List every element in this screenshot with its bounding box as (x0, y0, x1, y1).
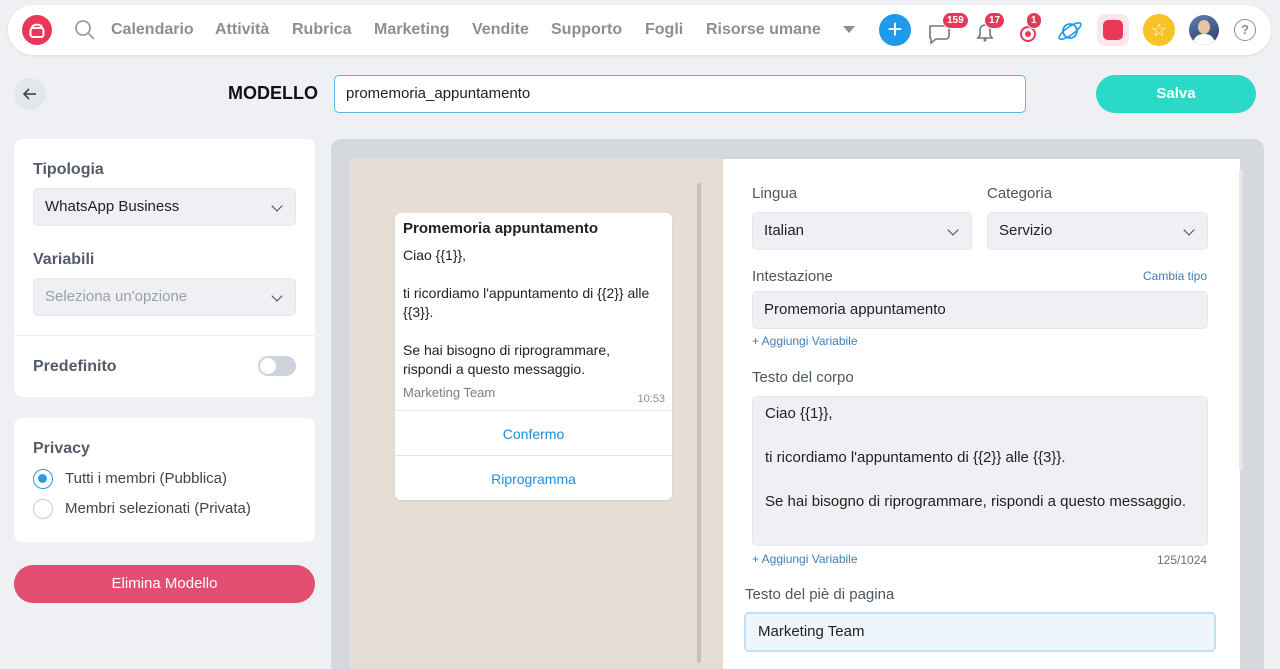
variabili-label: Variabili (33, 251, 95, 268)
divider (395, 410, 672, 411)
footer-text-input[interactable]: Marketing Team (744, 612, 1216, 652)
arrow-left-icon (22, 88, 36, 100)
preview-line: {{3}}. (403, 304, 434, 320)
lingua-label: Lingua (752, 185, 798, 202)
help-icon[interactable]: ? (1234, 19, 1256, 41)
nav-risorse-umane[interactable]: Risorse umane (706, 21, 821, 39)
privacy-private-radio[interactable] (33, 499, 53, 519)
preview-reschedule-button[interactable]: Riprogramma (395, 471, 672, 487)
delete-template-button[interactable]: Elimina Modello (14, 565, 315, 603)
more-menu-chevron-icon[interactable] (843, 26, 855, 33)
chevron-down-icon (947, 224, 959, 236)
divider (14, 335, 315, 336)
preview-line: Ciao {{1}}, (403, 247, 467, 263)
footer-text-label: Testo del piè di pagina (745, 586, 895, 603)
variabili-placeholder: Seleziona un'opzione (45, 288, 188, 305)
privacy-private-label[interactable]: Membri selezionati (Privata) (65, 500, 251, 517)
preview-line: Se hai bisogno di riprogrammare, (403, 342, 610, 358)
nav-fogli[interactable]: Fogli (645, 21, 683, 39)
change-type-link[interactable]: Cambia tipo (1143, 269, 1207, 283)
predefinito-label: Predefinito (33, 358, 117, 375)
bell-icon[interactable]: 17 (970, 12, 1006, 47)
preview-scrollbar[interactable] (697, 183, 701, 663)
save-button[interactable]: Salva (1096, 75, 1256, 113)
activity-icon[interactable]: 1 (1013, 12, 1045, 47)
create-plus-button[interactable]: + (879, 14, 911, 46)
tipologia-label: Tipologia (33, 161, 104, 178)
intestazione-input[interactable]: Promemoria appuntamento (752, 291, 1208, 329)
nav-attivita[interactable]: Attività (215, 21, 269, 39)
char-counter: 125/1024 (1157, 553, 1208, 567)
template-name-input[interactable]: promemoria_appuntamento (334, 75, 1026, 113)
nav-marketing[interactable]: Marketing (374, 21, 450, 39)
divider (395, 455, 672, 456)
lingua-value: Italian (764, 222, 805, 239)
add-variable-link[interactable]: + Aggiungi Variabile (752, 552, 858, 566)
privacy-public-label[interactable]: Tutti i membri (Pubblica) (65, 470, 227, 487)
corpo-line: Se hai bisogno di riprogrammare, rispond… (765, 493, 1187, 510)
chevron-down-icon (1183, 224, 1195, 236)
variabili-select[interactable]: Seleziona un'opzione (33, 278, 296, 316)
nav-rubrica[interactable]: Rubrica (292, 21, 352, 39)
privacy-public-radio[interactable] (33, 469, 53, 489)
planet-icon[interactable] (1054, 15, 1086, 47)
chevron-down-icon (271, 290, 283, 302)
top-navbar: Calendario Attività Rubrica Marketing Ve… (8, 5, 1271, 55)
preview-confirm-button[interactable]: Confermo (395, 426, 672, 442)
lingua-select[interactable]: Italian (752, 212, 972, 250)
nav-vendite[interactable]: Vendite (472, 21, 529, 39)
categoria-value: Servizio (999, 222, 1053, 239)
tipologia-select[interactable]: WhatsApp Business (33, 188, 296, 226)
categoria-select[interactable]: Servizio (987, 212, 1208, 250)
message-preview-card: Promemoria appuntamento Ciao {{1}}, ti r… (395, 213, 672, 500)
preview-line: rispondi a questo messaggio. (403, 361, 586, 377)
preview-footer: Marketing Team (403, 385, 496, 400)
add-variable-link[interactable]: + Aggiungi Variabile (752, 334, 858, 348)
preview-line: ti ricordiamo l'appuntamento di {{2}} al… (403, 285, 650, 301)
categoria-label: Categoria (987, 185, 1053, 202)
notifications-badge: 17 (984, 12, 1006, 29)
toggle-knob (260, 358, 276, 374)
preview-time: 10:53 (637, 393, 665, 405)
corpo-label: Testo del corpo (752, 369, 854, 386)
preview-title: Promemoria appuntamento (403, 220, 599, 237)
search-icon[interactable] (74, 19, 96, 46)
corpo-line: ti ricordiamo l'appuntamento di {{2}} al… (765, 449, 1066, 466)
user-avatar[interactable] (1189, 15, 1219, 45)
favorites-star-icon[interactable]: ☆ (1143, 14, 1175, 46)
chat-badge: 159 (942, 12, 969, 29)
nav-supporto[interactable]: Supporto (551, 21, 622, 39)
tipologia-value: WhatsApp Business (45, 198, 180, 215)
privacy-label: Privacy (33, 440, 90, 457)
corpo-line: Ciao {{1}}, (765, 405, 833, 422)
back-button[interactable] (14, 78, 46, 110)
intestazione-label: Intestazione (752, 268, 833, 285)
app-switch-icon[interactable] (1097, 14, 1129, 46)
chat-icon[interactable]: 159 (925, 12, 969, 47)
page-title: MODELLO (228, 83, 318, 103)
app-logo-icon[interactable] (22, 15, 52, 45)
activity-badge: 1 (1026, 12, 1042, 29)
predefinito-toggle[interactable] (258, 356, 296, 376)
nav-calendario[interactable]: Calendario (111, 21, 194, 39)
chevron-down-icon (271, 200, 283, 212)
form-scrollbar[interactable] (1239, 170, 1243, 470)
corpo-textarea[interactable]: Ciao {{1}}, ti ricordiamo l'appuntamento… (752, 396, 1208, 546)
